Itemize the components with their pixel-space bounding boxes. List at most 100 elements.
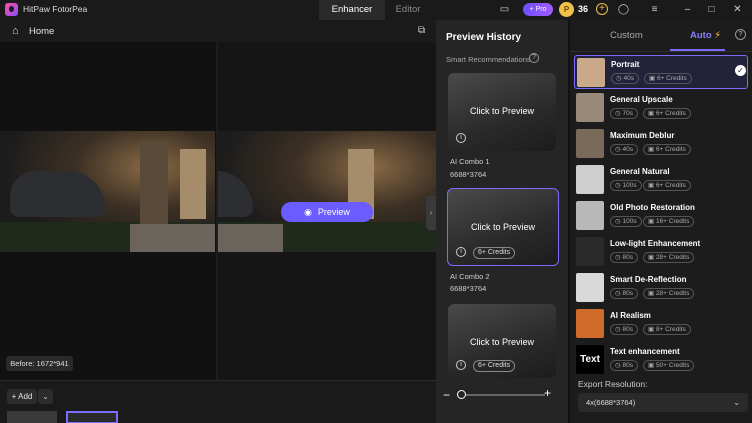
menu-icon[interactable]: ≡ xyxy=(648,3,661,16)
tab-enhancer[interactable]: Enhancer xyxy=(319,0,385,20)
time-badge: ◷ 100s xyxy=(610,216,642,227)
time-badge: ◷ 70s xyxy=(610,108,638,119)
credit-badge: ▣ 16+ Credits xyxy=(643,216,695,227)
mode-item-general-natural[interactable]: General Natural ◷ 100s ▣ 6+ Credits xyxy=(574,163,748,197)
mode-item-general-upscale[interactable]: General Upscale ◷ 70s ▣ 6+ Credits xyxy=(574,91,748,125)
mode-thumbnail xyxy=(576,273,604,302)
title-bar: HitPaw FotorPea Enhancer Editor ▭ + Pro … xyxy=(0,0,752,20)
credit-badge: 6+ Credits xyxy=(473,360,516,372)
minimize-icon[interactable]: – xyxy=(681,3,694,16)
history-card-1[interactable]: Click to Preview i xyxy=(448,73,556,151)
lightning-icon: ⚡ xyxy=(714,30,721,41)
time-badge: ◷ 100s xyxy=(610,180,642,191)
history-card-2-name: AI Combo 2 xyxy=(450,272,490,281)
mode-thumbnail: Text xyxy=(576,345,604,374)
model-panel: Custom Auto ⚡ ? Portrait ◷ 40s ▣ 6+ Credit… xyxy=(570,20,752,423)
mode-name: AI Realism xyxy=(610,311,651,320)
add-button[interactable]: + Add xyxy=(7,389,37,404)
mode-name: Maximum Deblur xyxy=(610,131,675,140)
credit-badge: ▣ 6+ Credits xyxy=(643,108,691,119)
time-badge: ◷ 80s xyxy=(610,252,638,263)
help-icon[interactable]: ? xyxy=(529,53,539,63)
mode-thumbnail xyxy=(576,165,604,194)
crop-icon[interactable]: ⧉ xyxy=(418,25,425,36)
history-card-1-size: 6688*3764 xyxy=(450,170,487,179)
mode-item-ai-realism[interactable]: AI Realism ◷ 80s ▣ 8+ Credits xyxy=(574,307,748,341)
mode-thumbnail xyxy=(576,129,604,158)
size-tag: Before: 1672*941 xyxy=(6,356,73,371)
credit-badge: ▣ 6+ Credits xyxy=(643,180,691,191)
home-icon[interactable]: ⌂ xyxy=(12,25,19,37)
mode-thumbnail xyxy=(576,309,604,338)
history-card-3[interactable]: Click to Preview i 6+ Credits xyxy=(448,304,556,378)
credit-badge: ▣ 8+ Credits xyxy=(643,324,691,335)
thumbnail-1[interactable] xyxy=(7,411,57,423)
zoom-slider-track[interactable] xyxy=(460,394,545,396)
maximize-icon[interactable]: □ xyxy=(705,3,718,16)
coin-count: 36 xyxy=(578,4,589,14)
chat-icon[interactable]: ▭ xyxy=(498,3,511,16)
time-badge: ◷ 40s xyxy=(611,73,639,84)
info-icon[interactable]: i xyxy=(456,247,466,257)
tab-editor[interactable]: Editor xyxy=(385,0,431,20)
chevron-down-icon: ⌄ xyxy=(733,398,740,407)
tab-auto[interactable]: Auto ⚡ xyxy=(690,30,721,41)
eye-icon: ◉ xyxy=(304,207,312,217)
mode-item-portrait[interactable]: Portrait ◷ 40s ▣ 6+ Credits ✓ xyxy=(574,55,748,89)
credit-badge: ▣ 6+ Credits xyxy=(643,144,691,155)
home-label[interactable]: Home xyxy=(29,26,54,37)
time-badge: ◷ 80s xyxy=(610,360,638,371)
mode-item-maximum-deblur[interactable]: Maximum Deblur ◷ 40s ▣ 6+ Credits xyxy=(574,127,748,161)
mode-thumbnail xyxy=(577,58,605,87)
app-title: HitPaw FotorPea xyxy=(23,4,88,14)
history-card-2-size: 6688*3764 xyxy=(450,284,487,293)
zoom-in-button[interactable]: + xyxy=(544,386,551,400)
credit-badge: 6+ Credits xyxy=(473,247,516,259)
mode-name: Portrait xyxy=(611,60,640,69)
zoom-slider-knob[interactable] xyxy=(457,390,466,399)
export-resolution-label: Export Resolution: xyxy=(578,379,648,389)
app-logo-icon xyxy=(5,3,18,16)
mode-name: Low-light Enhancement xyxy=(610,239,701,248)
thumbnail-strip: + Add ⌄ xyxy=(0,380,436,423)
mode-item-smart-de-reflection[interactable]: Smart De-Reflection ◷ 80s ▣ 28+ Credits xyxy=(574,271,748,305)
after-photo xyxy=(218,131,436,252)
mode-name: Smart De-Reflection xyxy=(610,275,687,284)
credit-badge: ▣ 28+ Credits xyxy=(643,252,695,263)
time-badge: ◷ 80s xyxy=(610,324,638,335)
history-title: Preview History xyxy=(446,32,522,43)
coin-icon: P xyxy=(559,2,574,17)
credit-badge: ▣ 50+ Credits xyxy=(643,360,695,371)
credit-badge: ▣ 28+ Credits xyxy=(643,288,695,299)
mode-item-low-light-enhancement[interactable]: Low-light Enhancement ◷ 80s ▣ 28+ Credits xyxy=(574,235,748,269)
add-coins-button[interactable]: + xyxy=(596,3,608,15)
mode-name: Old Photo Restoration xyxy=(610,203,695,212)
preview-button[interactable]: ◉ Preview xyxy=(281,202,373,222)
home-bar: ⌂ Home ⧉ xyxy=(0,20,436,42)
history-card-2[interactable]: Click to Preview i 6+ Credits xyxy=(447,188,559,266)
close-icon[interactable]: ✕ xyxy=(731,3,744,16)
mode-item-text-enhancement[interactable]: Text Text enhancement ◷ 80s ▣ 50+ Credits xyxy=(574,343,748,377)
check-icon: ✓ xyxy=(735,65,746,76)
export-resolution-select[interactable]: 4x(6688*3764) ⌄ xyxy=(578,393,748,412)
mode-item-old-photo-restoration[interactable]: Old Photo Restoration ◷ 100s ▣ 16+ Credits xyxy=(574,199,748,233)
add-dropdown-button[interactable]: ⌄ xyxy=(38,389,53,404)
info-icon[interactable]: i xyxy=(456,360,466,370)
collapse-handle[interactable]: › xyxy=(426,196,436,230)
pro-badge[interactable]: + Pro xyxy=(523,3,553,16)
help-icon[interactable]: ? xyxy=(735,29,746,40)
zoom-out-button[interactable]: − xyxy=(443,388,450,402)
mode-thumbnail xyxy=(576,93,604,122)
mode-name: Text enhancement xyxy=(610,347,680,356)
mode-name: General Upscale xyxy=(610,95,673,104)
thumbnail-2-selected[interactable] xyxy=(66,411,118,423)
info-icon[interactable]: i xyxy=(456,133,466,143)
smart-recommendations-label: Smart Recommendations xyxy=(446,55,531,64)
tab-custom[interactable]: Custom xyxy=(610,30,643,41)
before-photo xyxy=(0,131,215,252)
credit-badge: ▣ 6+ Credits xyxy=(644,73,692,84)
user-icon[interactable]: ◯ xyxy=(617,3,630,16)
time-badge: ◷ 40s xyxy=(610,144,638,155)
mode-name: General Natural xyxy=(610,167,670,176)
mode-thumbnail xyxy=(576,237,604,266)
